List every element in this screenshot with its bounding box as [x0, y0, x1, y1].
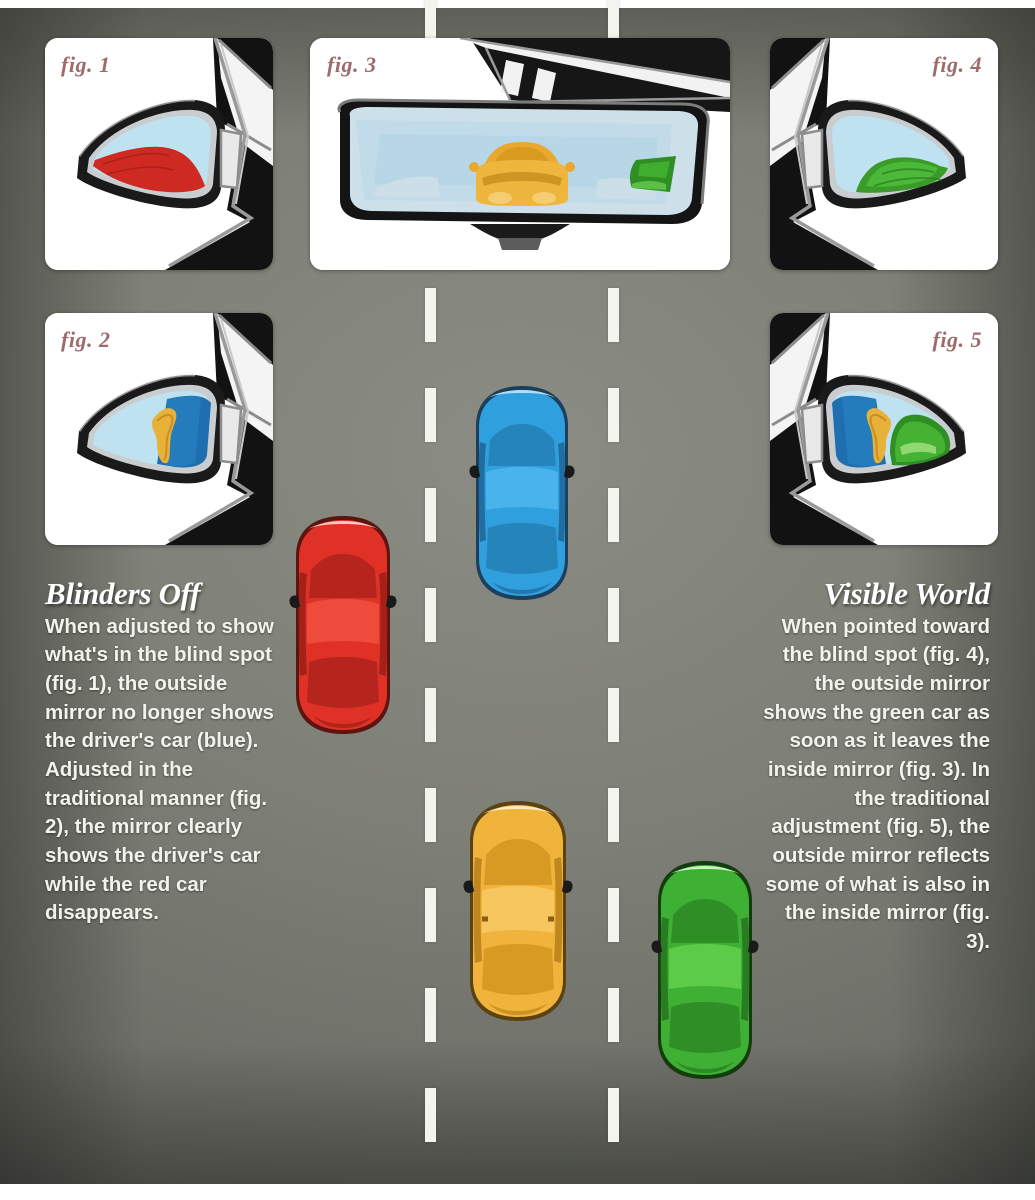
left-text-column: Blinders Off When adjusted to show what'… [45, 576, 277, 928]
lane-dash [425, 988, 436, 1042]
lane-dash [608, 588, 619, 642]
fig1-label: fig. 1 [61, 52, 111, 77]
left-column-heading: Blinders Off [45, 576, 201, 611]
red-car-illustration [289, 516, 397, 734]
yellow-car [462, 797, 574, 1025]
lane-dash [425, 0, 436, 42]
bottom-edge-strip [0, 1184, 1035, 1193]
right-text-column: Visible World When pointed toward the bl… [758, 576, 991, 957]
fig2-label: fig. 2 [61, 327, 111, 352]
figure-panel-fig3: fig. 3 [310, 38, 730, 270]
fig4-label: fig. 4 [932, 52, 982, 77]
green-car-illustration [651, 861, 759, 1079]
lane-dash [608, 1088, 619, 1142]
lane-dash [425, 288, 436, 342]
right-column-heading: Visible World [823, 576, 991, 611]
yellow-car-illustration [463, 801, 573, 1021]
green-car [650, 857, 760, 1083]
fig5-label: fig. 5 [932, 327, 982, 352]
lane-dash [608, 0, 619, 42]
lane-dash [608, 888, 619, 942]
left-column-body: When adjusted to show what's in the blin… [45, 614, 274, 925]
lane-dash [608, 488, 619, 542]
lane-dash [425, 488, 436, 542]
blue-car [468, 382, 576, 604]
lane-dash [425, 788, 436, 842]
lane-dash [425, 888, 436, 942]
lane-dash [425, 1088, 436, 1142]
red-car [288, 512, 398, 738]
figure-panel-fig5: fig. 5 [770, 313, 998, 545]
figure-panel-fig4: fig. 4 [770, 38, 998, 270]
lane-dash [608, 988, 619, 1042]
lane-dash [425, 388, 436, 442]
lane-dash [608, 688, 619, 742]
figure-panel-fig2: fig. 2 [45, 313, 273, 545]
right-column-body: When pointed toward the blind spot (fig.… [763, 614, 990, 954]
fig3-label: fig. 3 [327, 52, 377, 77]
lane-dash [608, 788, 619, 842]
infographic-canvas: fig. 1 fig. 2 fig. 3 fig. 4 fig. 5 Blind… [0, 0, 1035, 1200]
lane-dash [425, 588, 436, 642]
lane-dash [425, 688, 436, 742]
lane-dash [608, 388, 619, 442]
blue-car-illustration [469, 386, 575, 600]
figure-panel-fig1: fig. 1 [45, 38, 273, 270]
lane-dash [608, 288, 619, 342]
